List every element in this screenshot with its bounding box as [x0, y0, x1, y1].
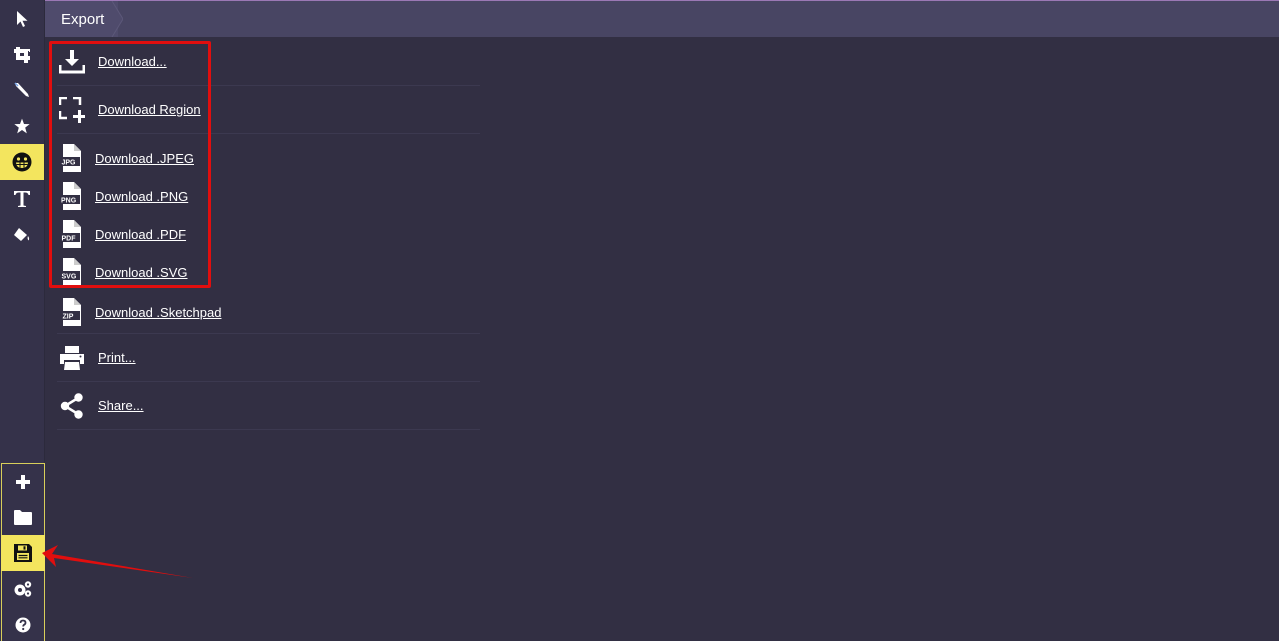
- tool-text[interactable]: [0, 181, 44, 217]
- file-jpg-icon: JPG: [57, 144, 87, 172]
- export-item-pdf[interactable]: PDF Download .PDF: [57, 215, 480, 253]
- tool-shapes[interactable]: [0, 108, 44, 144]
- cursor-arrow-icon: [15, 11, 29, 27]
- tool-open[interactable]: [1, 499, 45, 535]
- svg-text:JPG: JPG: [62, 160, 77, 167]
- download-icon: [57, 49, 87, 74]
- export-item-label[interactable]: Download .PDF: [95, 227, 186, 242]
- export-item-label[interactable]: Download .Sketchpad: [95, 305, 221, 320]
- pen-icon: [14, 82, 30, 98]
- export-item-sketchpad[interactable]: ZIP Download .Sketchpad: [57, 291, 480, 334]
- header-bar: Export: [45, 1, 1279, 37]
- tool-new[interactable]: [1, 464, 45, 500]
- app-root: Export Download... Download Region JPG D…: [0, 0, 1279, 641]
- svg-text:SVG: SVG: [62, 274, 77, 281]
- tool-fill[interactable]: [0, 217, 44, 253]
- tool-save[interactable]: [1, 535, 45, 571]
- red-arrow-annotation: [42, 545, 193, 578]
- file-tools-group: [1, 463, 45, 641]
- file-pdf-icon: PDF: [57, 220, 87, 248]
- file-zip-icon: ZIP: [57, 298, 87, 326]
- export-item-label[interactable]: Download Region: [98, 102, 201, 117]
- svg-text:PNG: PNG: [61, 198, 77, 205]
- export-item-download[interactable]: Download...: [57, 38, 480, 86]
- svg-text:PDF: PDF: [62, 236, 77, 243]
- breadcrumb-label: Export: [61, 10, 105, 28]
- export-item-share[interactable]: Share...: [57, 382, 480, 430]
- gears-icon: [13, 580, 33, 598]
- star-icon: [14, 118, 30, 134]
- breadcrumb-export[interactable]: Export: [45, 1, 119, 37]
- export-item-label[interactable]: Print...: [98, 350, 136, 365]
- paint-bucket-icon: [13, 227, 31, 243]
- share-icon: [57, 392, 87, 419]
- export-item-label[interactable]: Download...: [98, 54, 167, 69]
- export-menu: Download... Download Region JPG Download…: [57, 38, 480, 430]
- folder-icon: [14, 509, 32, 525]
- tool-settings[interactable]: [1, 571, 45, 607]
- tool-crop[interactable]: [0, 37, 44, 73]
- export-item-label[interactable]: Share...: [98, 398, 144, 413]
- export-item-print[interactable]: Print...: [57, 334, 480, 382]
- breadcrumb-chevron-icon: [111, 1, 123, 37]
- file-svg-icon: SVG: [57, 258, 87, 286]
- grin-emoji-icon: [12, 152, 32, 172]
- printer-icon: [57, 345, 87, 370]
- crop-icon: [14, 47, 30, 63]
- tool-emoji[interactable]: [0, 144, 44, 180]
- export-item-png[interactable]: PNG Download .PNG: [57, 177, 480, 215]
- export-item-label[interactable]: Download .JPEG: [95, 151, 194, 166]
- text-t-icon: [13, 190, 31, 208]
- plus-icon: [16, 475, 30, 489]
- tool-help[interactable]: [1, 607, 45, 641]
- question-circle-icon: [15, 617, 31, 633]
- export-item-svg[interactable]: SVG Download .SVG: [57, 253, 480, 291]
- tool-sidebar: [0, 0, 45, 641]
- export-item-download-region[interactable]: Download Region: [57, 86, 480, 134]
- tool-pen[interactable]: [0, 72, 44, 108]
- export-item-label[interactable]: Download .PNG: [95, 189, 188, 204]
- export-item-jpeg[interactable]: JPG Download .JPEG: [57, 139, 480, 177]
- file-png-icon: PNG: [57, 182, 87, 210]
- svg-text:ZIP: ZIP: [63, 314, 74, 321]
- region-select-icon: [57, 96, 87, 123]
- tool-select[interactable]: [0, 1, 44, 37]
- export-item-label[interactable]: Download .SVG: [95, 265, 188, 280]
- floppy-disk-icon: [13, 543, 33, 563]
